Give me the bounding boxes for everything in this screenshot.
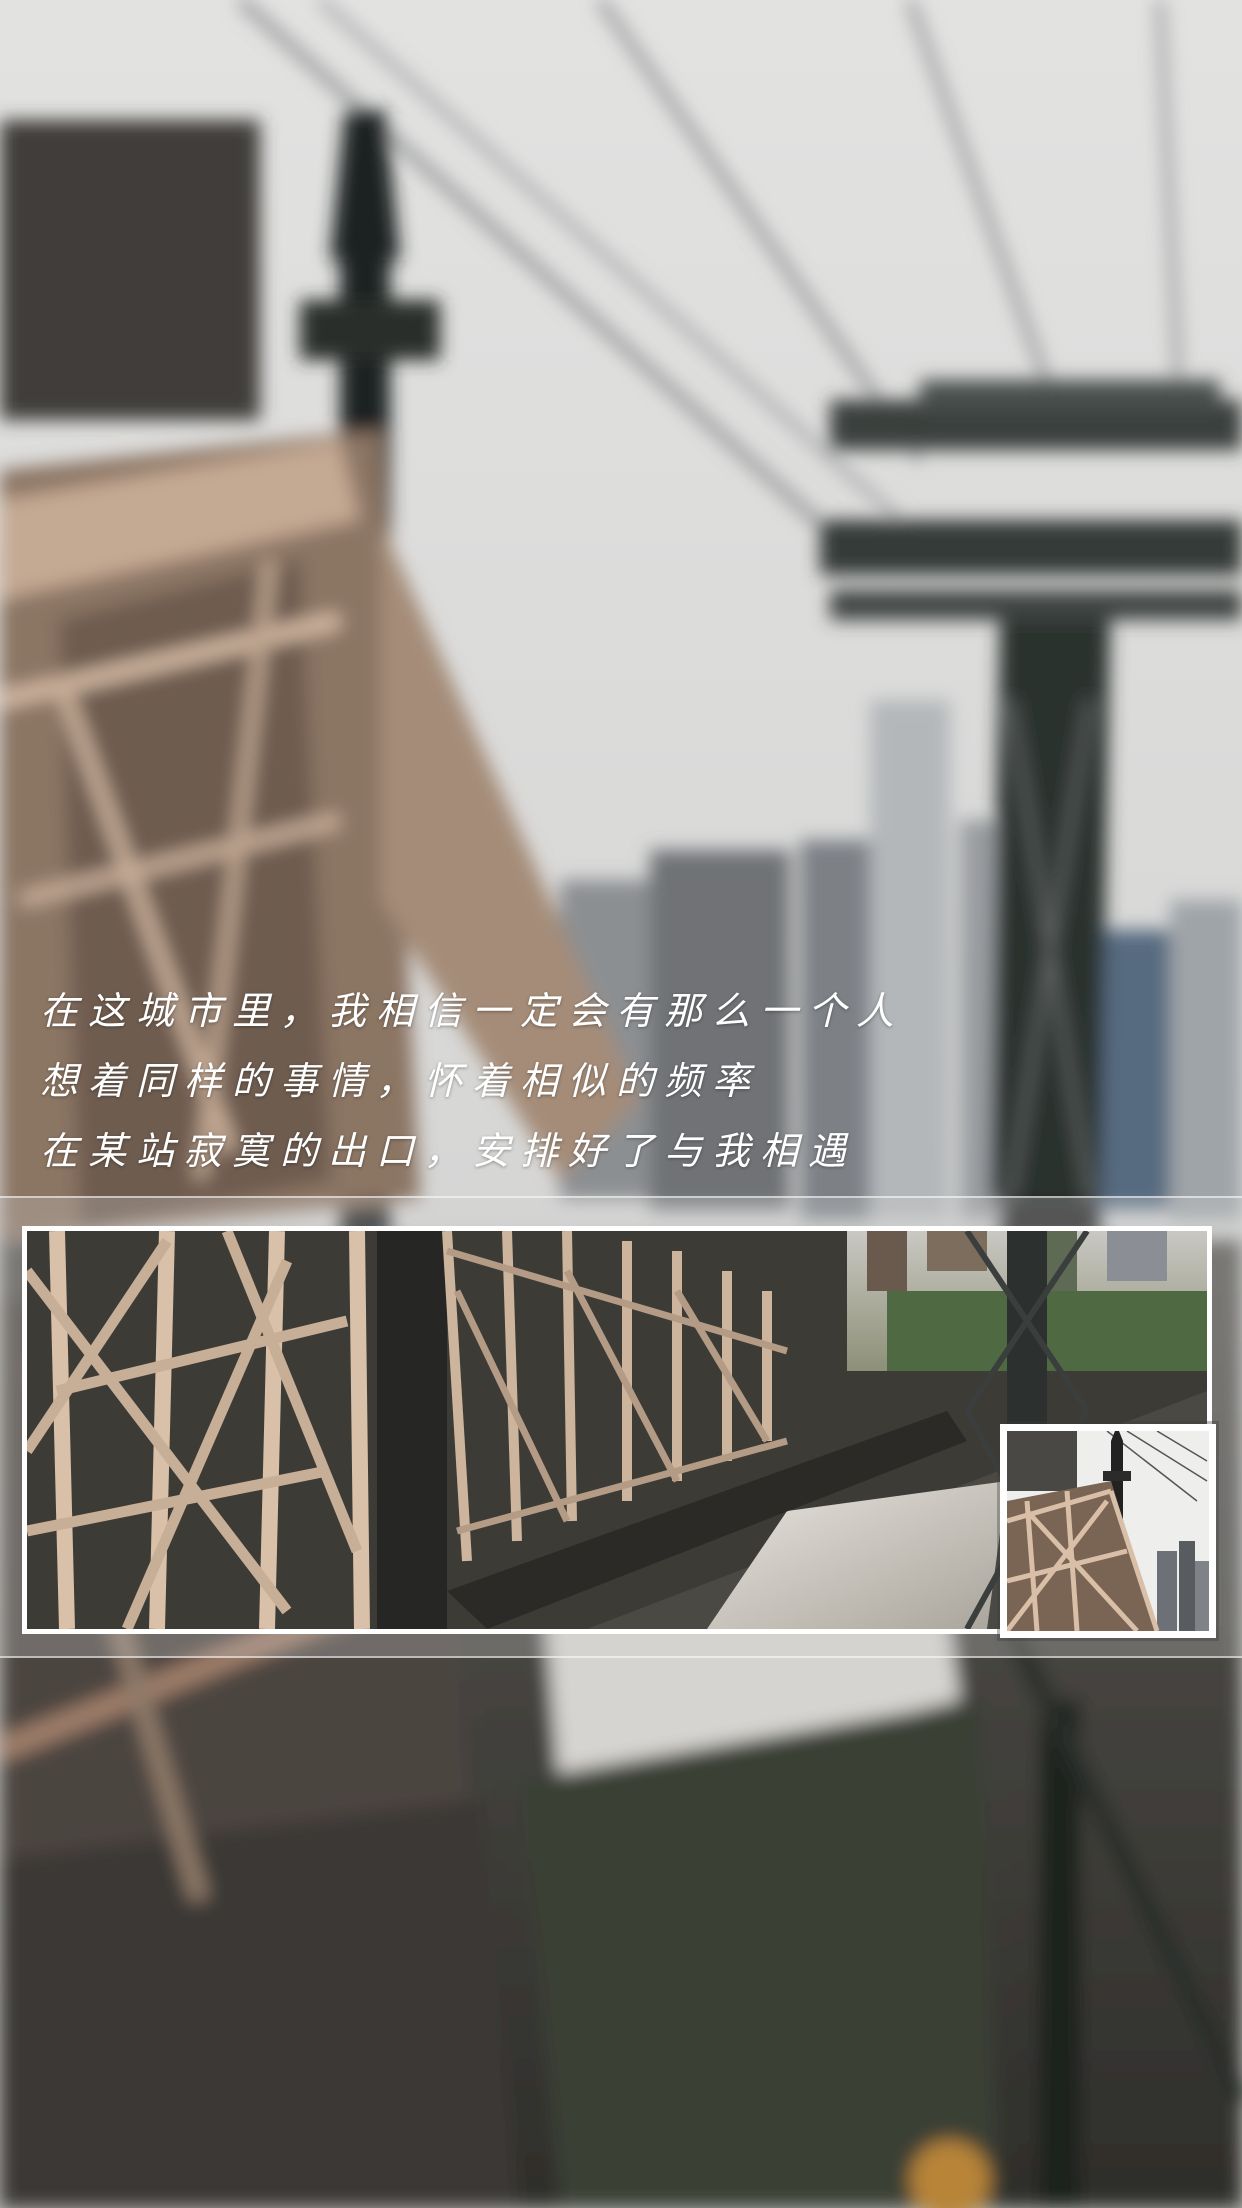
poem-line-2: 想着同样的事情，怀着相似的频率	[40, 1059, 761, 1103]
poem-line-3: 在某站寂寞的出口，安排好了与我相遇	[40, 1129, 857, 1173]
poem-text-block: 在这城市里，我相信一定会有那么一个人 想着同样的事情，怀着相似的频率 在某站寂寞…	[40, 976, 1200, 1186]
thumbnail-photo	[1000, 1424, 1216, 1638]
poem-line-1: 在这城市里，我相信一定会有那么一个人	[40, 989, 905, 1033]
